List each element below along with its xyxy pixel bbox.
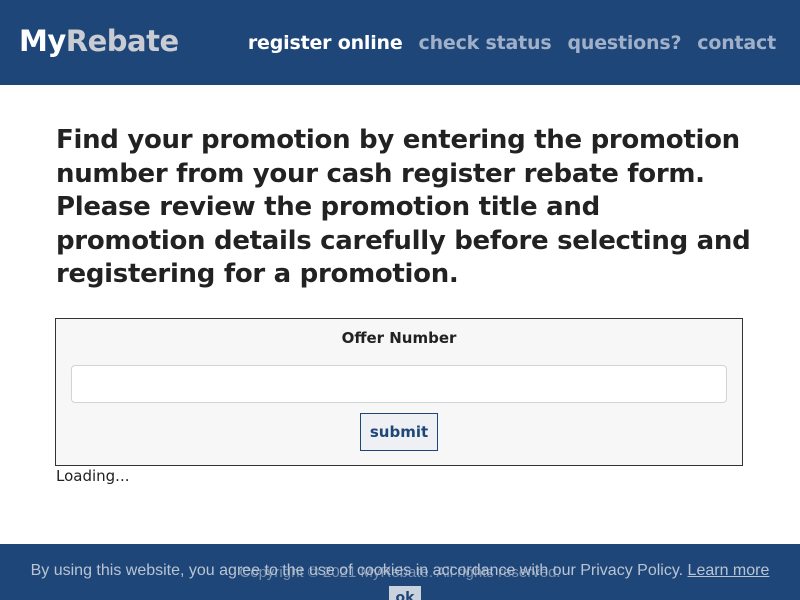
nav-check-status[interactable]: check status xyxy=(419,31,552,55)
cookie-ok-button[interactable]: ok xyxy=(389,586,421,600)
main-nav: register online check status questions? … xyxy=(248,31,776,55)
nav-questions[interactable]: questions? xyxy=(567,31,681,55)
offer-number-label: Offer Number xyxy=(341,329,457,347)
cookie-notice: By using this website, you agree to the … xyxy=(0,562,800,580)
site-header: MyRebate register online check status qu… xyxy=(0,0,800,85)
nav-contact[interactable]: contact xyxy=(697,31,776,55)
learn-more-link[interactable]: Learn more xyxy=(688,562,770,579)
logo-my: My xyxy=(19,24,66,58)
nav-register-online[interactable]: register online xyxy=(248,31,403,55)
offer-form: Offer Number submit xyxy=(55,318,743,466)
logo-rebate: Rebate xyxy=(65,24,179,58)
logo[interactable]: MyRebate xyxy=(19,24,179,58)
intro-text: Find your promotion by entering the prom… xyxy=(56,125,751,289)
cookie-notice-text: By using this website, you agree to the … xyxy=(30,562,684,579)
loading-text: Loading... xyxy=(56,467,130,485)
submit-button[interactable]: submit xyxy=(360,413,438,451)
offer-number-input[interactable] xyxy=(71,365,727,403)
footer: Copyright © 2021 MyRebate. All rights re… xyxy=(0,544,800,600)
